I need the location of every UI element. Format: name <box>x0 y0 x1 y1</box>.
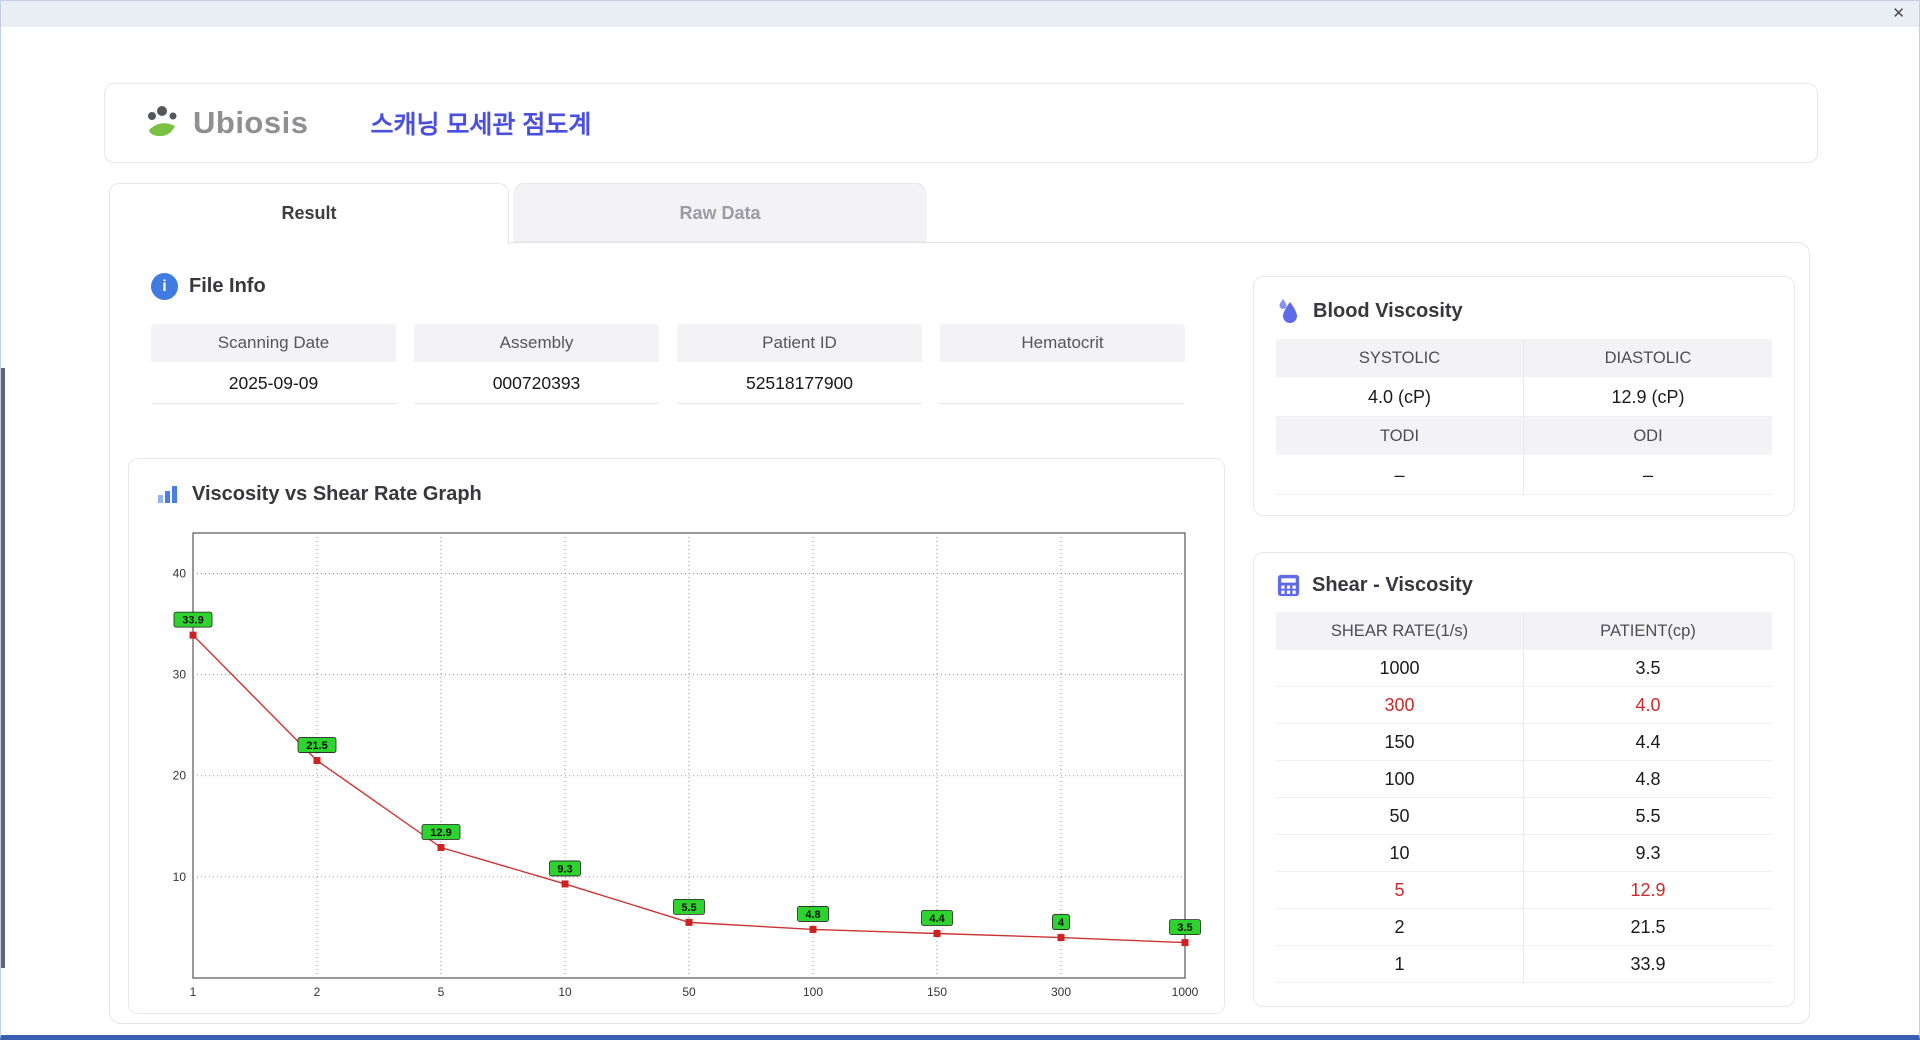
sv-cell-patient: 4.0 <box>1524 687 1772 724</box>
sv-cell-shear: 1000 <box>1276 650 1524 687</box>
tab-raw-data[interactable]: Raw Data <box>514 183 926 242</box>
header-card: Ubiosis 스캐닝 모세관 점도계 <box>104 83 1818 163</box>
svg-text:100: 100 <box>803 985 823 998</box>
svg-text:4.4: 4.4 <box>929 913 945 925</box>
sv-cell-shear: 2 <box>1276 909 1524 946</box>
close-icon[interactable]: ✕ <box>1892 1 1905 27</box>
sv-cell-patient: 12.9 <box>1524 872 1772 909</box>
sv-cell-shear: 100 <box>1276 761 1524 798</box>
svg-text:9.3: 9.3 <box>557 863 572 875</box>
svg-text:3.5: 3.5 <box>1177 922 1192 934</box>
bv-header-todi: TODI <box>1276 417 1524 455</box>
file-info-fields: Scanning Date 2025-09-09 Assembly 000720… <box>151 324 1185 404</box>
svg-text:4.8: 4.8 <box>805 909 820 921</box>
blood-viscosity-table: SYSTOLIC DIASTOLIC 4.0 (cP) 12.9 (cP) TO… <box>1276 339 1772 495</box>
file-info-section: i File Info Scanning Date 2025-09-09 Ass… <box>151 273 1185 404</box>
graph-title: Viscosity vs Shear Rate Graph <box>192 482 482 505</box>
field-label: Scanning Date <box>151 324 396 362</box>
blood-viscosity-title-row: Blood Viscosity <box>1276 297 1772 325</box>
viscosity-graph-card: Viscosity vs Shear Rate Graph 10 20 30 40 1 2… <box>128 458 1225 1014</box>
background-window-edge <box>1 368 5 968</box>
svg-text:5.5: 5.5 <box>681 902 696 914</box>
sv-cell-shear: 10 <box>1276 835 1524 872</box>
svg-text:2: 2 <box>314 985 321 998</box>
field-label: Hematocrit <box>940 324 1185 362</box>
ubiosis-logo-icon <box>148 106 177 137</box>
field-value: 52518177900 <box>677 362 922 404</box>
sv-cell-patient: 4.4 <box>1524 724 1772 761</box>
sv-cell-patient: 5.5 <box>1524 798 1772 835</box>
field-label: Assembly <box>414 324 659 362</box>
field-value: 2025-09-09 <box>151 362 396 404</box>
blood-viscosity-card: Blood Viscosity SYSTOLIC DIASTOLIC 4.0 (… <box>1253 276 1795 516</box>
svg-text:5: 5 <box>438 985 445 998</box>
svg-text:20: 20 <box>173 769 187 783</box>
field-hematocrit: Hematocrit <box>940 324 1185 404</box>
file-info-title: File Info <box>189 275 266 297</box>
main-panel: i File Info Scanning Date 2025-09-09 Ass… <box>109 242 1810 1024</box>
sv-cell-patient: 3.5 <box>1524 650 1772 687</box>
ubiosis-logo: Ubiosis <box>143 103 308 143</box>
sv-cell-shear: 5 <box>1276 872 1524 909</box>
info-icon: i <box>151 273 178 300</box>
app-window: ✕ Ubiosis 스캐닝 모세관 점도계 Result Raw Data i … <box>0 0 1920 1040</box>
field-label: Patient ID <box>677 324 922 362</box>
titlebar: ✕ <box>1 1 1919 27</box>
field-patient-id: Patient ID 52518177900 <box>677 324 922 404</box>
logo-text: Ubiosis <box>193 105 309 140</box>
sv-col-patient: PATIENT(cp) <box>1524 612 1772 650</box>
bar-chart-icon <box>158 486 177 503</box>
svg-text:10: 10 <box>173 870 187 884</box>
tab-result[interactable]: Result <box>109 183 509 244</box>
bv-value-diastolic: 12.9 (cP) <box>1524 377 1772 417</box>
shear-viscosity-title-row: Shear - Viscosity <box>1276 573 1772 598</box>
blood-drop-icon <box>1279 299 1297 323</box>
sv-cell-patient: 4.8 <box>1524 761 1772 798</box>
sv-cell-shear: 1 <box>1276 946 1524 983</box>
svg-text:30: 30 <box>173 668 187 682</box>
field-value <box>940 362 1185 404</box>
sv-cell-shear: 150 <box>1276 724 1524 761</box>
svg-text:4: 4 <box>1058 917 1065 929</box>
svg-text:1: 1 <box>190 985 197 998</box>
sv-cell-patient: 33.9 <box>1524 946 1772 983</box>
sv-col-shear-rate: SHEAR RATE(1/s) <box>1276 612 1524 650</box>
page-title: 스캐닝 모세관 점도계 <box>370 111 592 139</box>
shear-viscosity-card: Shear - Viscosity SHEAR RATE(1/s) PATIEN… <box>1253 552 1795 1007</box>
file-info-title-row: i File Info <box>151 273 1185 300</box>
viscosity-shear-chart: 10 20 30 40 1 2 5 10 50 100 150 300 1000 33.9 21.5 12.9… <box>173 532 1201 998</box>
svg-text:33.9: 33.9 <box>182 615 203 627</box>
bv-value-systolic: 4.0 (cP) <box>1276 377 1524 417</box>
sv-cell-shear: 50 <box>1276 798 1524 835</box>
svg-text:12.9: 12.9 <box>430 827 451 839</box>
svg-text:50: 50 <box>682 985 696 998</box>
bv-header-diastolic: DIASTOLIC <box>1524 339 1772 377</box>
field-value: 000720393 <box>414 362 659 404</box>
svg-text:1000: 1000 <box>1172 985 1199 998</box>
sv-cell-patient: 21.5 <box>1524 909 1772 946</box>
sv-cell-patient: 9.3 <box>1524 835 1772 872</box>
graph-title-row: Viscosity vs Shear Rate Graph <box>155 481 1224 507</box>
svg-text:21.5: 21.5 <box>306 740 327 752</box>
calculator-icon <box>1277 574 1300 597</box>
bv-value-todi: – <box>1276 455 1524 495</box>
field-assembly: Assembly 000720393 <box>414 324 659 404</box>
svg-text:40: 40 <box>173 566 187 580</box>
svg-text:10: 10 <box>558 985 572 998</box>
shear-viscosity-title: Shear - Viscosity <box>1312 574 1473 596</box>
shear-viscosity-table: SHEAR RATE(1/s) PATIENT(cp) 1000 3.5 300… <box>1276 612 1772 983</box>
svg-text:300: 300 <box>1051 985 1071 998</box>
sv-cell-shear: 300 <box>1276 687 1524 724</box>
svg-text:150: 150 <box>927 985 947 998</box>
bv-value-odi: – <box>1524 455 1772 495</box>
field-scanning-date: Scanning Date 2025-09-09 <box>151 324 396 404</box>
blood-viscosity-title: Blood Viscosity <box>1313 299 1463 322</box>
bv-header-odi: ODI <box>1524 417 1772 455</box>
bv-header-systolic: SYSTOLIC <box>1276 339 1524 377</box>
